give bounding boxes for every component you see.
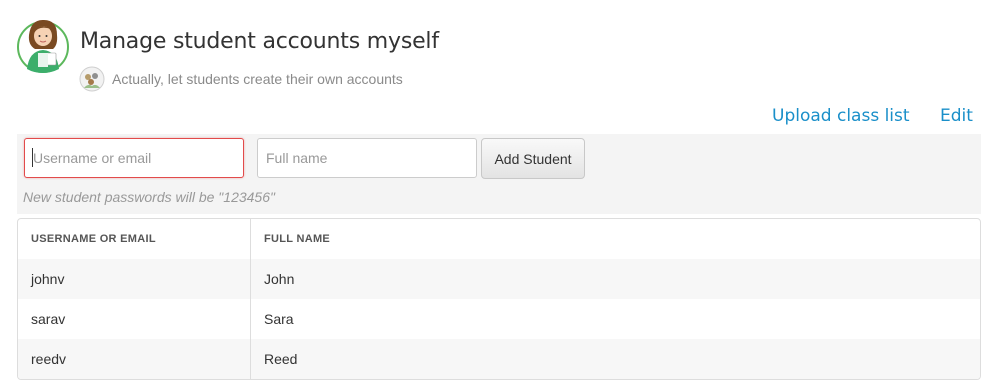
fullname-cell: Sara (264, 311, 294, 327)
page-title: Manage student accounts myself (80, 29, 439, 54)
table-row[interactable]: reedv Reed (18, 339, 980, 379)
upload-class-list-link[interactable]: Upload class list (772, 106, 910, 126)
table-row[interactable]: sarav Sara (18, 299, 980, 339)
student-self-signup-link[interactable]: Actually, let students create their own … (112, 71, 403, 87)
table-header-row: USERNAME OR EMAIL FULL NAME (18, 219, 980, 259)
username-cell: reedv (18, 339, 251, 379)
table-row[interactable]: johnv John (18, 259, 980, 299)
column-header-username[interactable]: USERNAME OR EMAIL (18, 219, 251, 259)
edit-link[interactable]: Edit (940, 106, 973, 126)
username-cell: johnv (18, 259, 251, 299)
full-name-input[interactable] (257, 138, 477, 178)
teacher-avatar-icon (17, 15, 69, 75)
fullname-cell: John (250, 259, 980, 299)
username-input[interactable] (24, 138, 244, 178)
fullname-cell: Reed (250, 339, 980, 379)
username-cell: sarav (18, 299, 251, 339)
students-table: USERNAME OR EMAIL FULL NAME johnv John s… (17, 218, 981, 380)
text-caret (32, 148, 33, 167)
students-group-icon (79, 66, 105, 92)
column-header-fullname[interactable]: FULL NAME (251, 219, 981, 259)
add-student-button[interactable]: Add Student (481, 138, 585, 179)
password-hint: New student passwords will be "123456" (23, 189, 275, 205)
alternate-option[interactable]: Actually, let students create their own … (79, 66, 403, 92)
